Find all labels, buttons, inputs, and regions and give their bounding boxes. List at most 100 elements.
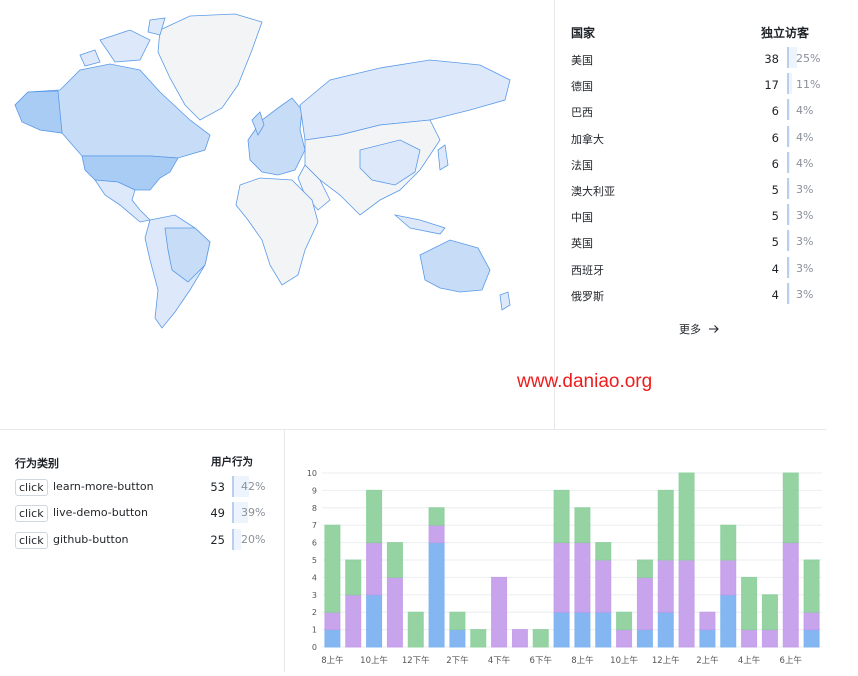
country-visitors: 38: [764, 52, 779, 66]
map-region-united-states[interactable]: [81, 155, 179, 191]
map-region-africa[interactable]: [235, 177, 319, 286]
bar-segment-series-2: [636, 576, 653, 631]
bar-segment-series-2: [595, 559, 612, 613]
country-row[interactable]: 澳大利亚 5 3%: [571, 175, 816, 201]
y-tick-label: 5: [312, 556, 317, 565]
country-percent: 3%: [796, 182, 814, 196]
bar-segment-series-3: [470, 629, 487, 648]
y-tick-label: 7: [312, 521, 317, 530]
bar-segment-series-2: [761, 629, 778, 648]
bar-segment-series-3: [449, 611, 466, 631]
bar-segment-series-3: [657, 489, 674, 561]
action-share-bar: [232, 528, 241, 550]
action-row[interactable]: click github-button 25 20%: [15, 528, 265, 554]
country-row[interactable]: 英国 5 3%: [571, 227, 816, 253]
country-share-bar: [787, 99, 791, 121]
action-name: live-demo-button: [53, 506, 149, 520]
x-tick-label: 12下午: [402, 655, 430, 666]
country-row[interactable]: 俄罗斯 4 3%: [571, 280, 816, 306]
country-percent: 4%: [796, 156, 814, 170]
country-row[interactable]: 法国 6 4%: [571, 149, 816, 175]
x-tick-label: 12上午: [652, 655, 680, 666]
bar-segment-series-2: [803, 611, 820, 631]
map-region-indonesia[interactable]: [393, 214, 446, 235]
country-share-bar: [787, 204, 790, 226]
action-name: github-button: [53, 532, 129, 546]
country-percent: 3%: [796, 235, 814, 249]
map-region-japan[interactable]: [437, 144, 449, 171]
country-share-bar: [787, 282, 790, 304]
action-type-tag: click: [15, 531, 48, 549]
bar-segment-series-2: [553, 542, 570, 613]
country-name: 中国: [571, 211, 593, 225]
bar-segment-series-1: [595, 611, 612, 648]
country-visitors: 5: [771, 182, 779, 197]
country-visitors: 5: [771, 209, 779, 224]
map-region-new-zealand[interactable]: [499, 291, 511, 311]
bar-segment-series-3: [782, 472, 799, 544]
map-region-greenland[interactable]: [157, 13, 263, 121]
country-visitors: 6: [771, 156, 779, 171]
country-rows: 美国 38 25% 德国 17 11% 巴西 6 4% 加拿大 6 4% 法国 6 4% 澳大利亚 5 3% 中国 5…: [571, 44, 820, 306]
map-region-arctic-islands[interactable]: [79, 17, 166, 67]
country-percent: 4%: [796, 104, 814, 118]
y-tick-label: 9: [312, 486, 317, 495]
country-name: 英国: [571, 237, 593, 251]
bar-segment-series-1: [324, 629, 341, 648]
horizontal-divider: [0, 429, 826, 430]
bar-segment-series-3: [678, 472, 695, 561]
map-region-alaska[interactable]: [14, 90, 63, 134]
bar-segment-series-3: [616, 611, 633, 631]
action-percent: 20%: [241, 532, 266, 546]
bar-segment-series-1: [803, 629, 820, 648]
bar-segment-series-3: [574, 507, 591, 544]
bar-segment-series-1: [553, 611, 570, 648]
map-region-australia[interactable]: [419, 239, 491, 293]
bar-segment-series-1: [366, 594, 383, 648]
bar-segment-series-3: [407, 611, 424, 648]
country-row[interactable]: 德国 17 11%: [571, 70, 820, 96]
bar-segment-series-3: [761, 594, 778, 631]
x-tick-label: 2下午: [446, 655, 469, 666]
country-percent: 3%: [796, 261, 814, 275]
y-tick-label: 3: [312, 591, 317, 600]
country-name: 巴西: [571, 106, 593, 120]
bar-segment-series-1: [720, 594, 737, 648]
bar-segment-series-2: [782, 542, 799, 648]
country-percent: 25%: [796, 52, 821, 65]
x-tick-label: 6上午: [780, 655, 803, 666]
bar-segment-series-3: [803, 559, 820, 613]
more-button[interactable]: 更多: [679, 321, 720, 337]
bar-segment-series-3: [366, 489, 383, 544]
watermark: www.daniao.org: [517, 371, 653, 392]
y-tick-label: 2: [312, 608, 317, 617]
vertical-divider: [554, 0, 555, 430]
country-name: 俄罗斯: [571, 289, 604, 303]
country-row[interactable]: 中国 5 3%: [571, 201, 816, 227]
country-row[interactable]: 加拿大 6 4%: [571, 123, 816, 149]
country-row[interactable]: 美国 38 25%: [571, 44, 820, 70]
bar-segment-series-3: [741, 576, 758, 631]
bar-segment-series-1: [428, 542, 445, 648]
visitors-column-header: 独立访客: [760, 26, 809, 40]
bar-segment-series-3: [720, 524, 737, 561]
bar-segment-series-1: [699, 629, 716, 648]
action-type-tag: click: [15, 505, 48, 523]
map-region-europe[interactable]: [247, 97, 306, 176]
bar-segment-series-2: [324, 611, 341, 631]
country-row[interactable]: 巴西 6 4%: [571, 96, 816, 122]
bar-segment-series-2: [428, 524, 445, 544]
country-name: 加拿大: [571, 132, 604, 146]
bar-segment-series-3: [595, 542, 612, 561]
country-percent: 11%: [796, 78, 821, 92]
country-visitors: 6: [771, 104, 779, 119]
action-row[interactable]: click live-demo-button 49 39%: [15, 501, 265, 527]
country-row[interactable]: 西班牙 4 3%: [571, 254, 816, 280]
action-name: learn-more-button: [53, 480, 154, 493]
bar-segment-series-2: [720, 559, 737, 596]
action-table: 行为类别 用户行为 click learn-more-button 53 42% cli…: [15, 455, 265, 554]
bar-segment-series-2: [366, 542, 383, 596]
action-row[interactable]: click learn-more-button 53 42%: [15, 475, 265, 501]
y-tick-label: 0: [312, 643, 317, 652]
bar-segment-series-3: [532, 629, 549, 648]
